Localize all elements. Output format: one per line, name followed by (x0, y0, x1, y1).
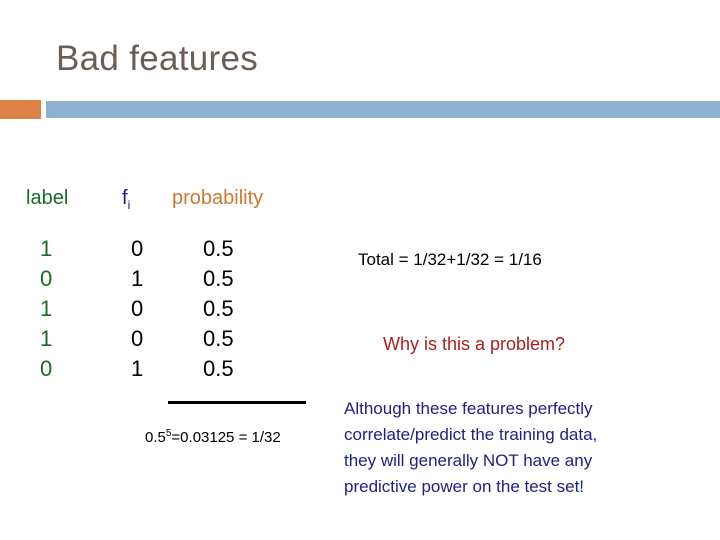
table-cell-probability: 0.5 (203, 266, 234, 291)
table-cell-probability: 0.5 (203, 296, 234, 321)
product-rule-line (168, 401, 306, 404)
table-cell-feature: 1 (131, 356, 144, 381)
table-cell-probability: 0.5 (203, 356, 234, 381)
table-cell-feature: 0 (131, 326, 144, 351)
table-cell-probability: 0.5 (203, 236, 234, 261)
column-header-feature: fi (122, 186, 168, 212)
table-cell-feature: 0 (131, 236, 144, 261)
product-base: 0.5 (145, 429, 166, 446)
table-cell-label: 0 (40, 356, 53, 381)
explanation-line: correlate/predict the training data, (344, 425, 598, 444)
explanation-line: predictive power on the test set! (344, 477, 585, 496)
question-annotation: Why is this a problem? (383, 334, 566, 354)
feature-subscript-symbol: i (127, 198, 131, 212)
page-title: Bad features (56, 39, 259, 78)
table-header-row: label fi probability (0, 186, 330, 220)
column-header-label: label (26, 187, 69, 209)
column-header-probability: probability (172, 187, 264, 209)
slide-canvas: Bad features label fi probability 1 0 1 … (0, 0, 720, 540)
column-data-feature: 0 1 0 0 1 (131, 234, 143, 384)
table-cell-label: 1 (40, 236, 53, 261)
table-cell-label: 1 (40, 296, 53, 321)
column-data-probability: 0.5 0.5 0.5 0.5 0.5 (203, 234, 234, 384)
table-cell-label: 0 (40, 266, 53, 291)
table-cell-feature: 0 (131, 296, 144, 321)
explanation-paragraph: Although these features perfectly correl… (344, 396, 720, 500)
table-cell-feature: 1 (131, 266, 144, 291)
probability-table: label fi probability 1 0 1 1 0 0 1 0 0 1… (0, 186, 330, 381)
product-formula: 0.55=0.03125 = 1/32 (145, 424, 281, 447)
total-annotation: Total = 1/32+1/32 = 1/16 (358, 250, 542, 269)
table-cell-probability: 0.5 (203, 326, 234, 351)
accent-bar-orange (0, 100, 41, 119)
column-data-label: 1 0 1 1 0 (40, 234, 52, 384)
accent-bar-blue (46, 101, 720, 118)
table-cell-label: 1 (40, 326, 53, 351)
product-result: =0.03125 = 1/32 (171, 429, 281, 446)
explanation-line: they will generally NOT have any (344, 451, 593, 470)
explanation-line: Although these features perfectly (344, 399, 593, 418)
